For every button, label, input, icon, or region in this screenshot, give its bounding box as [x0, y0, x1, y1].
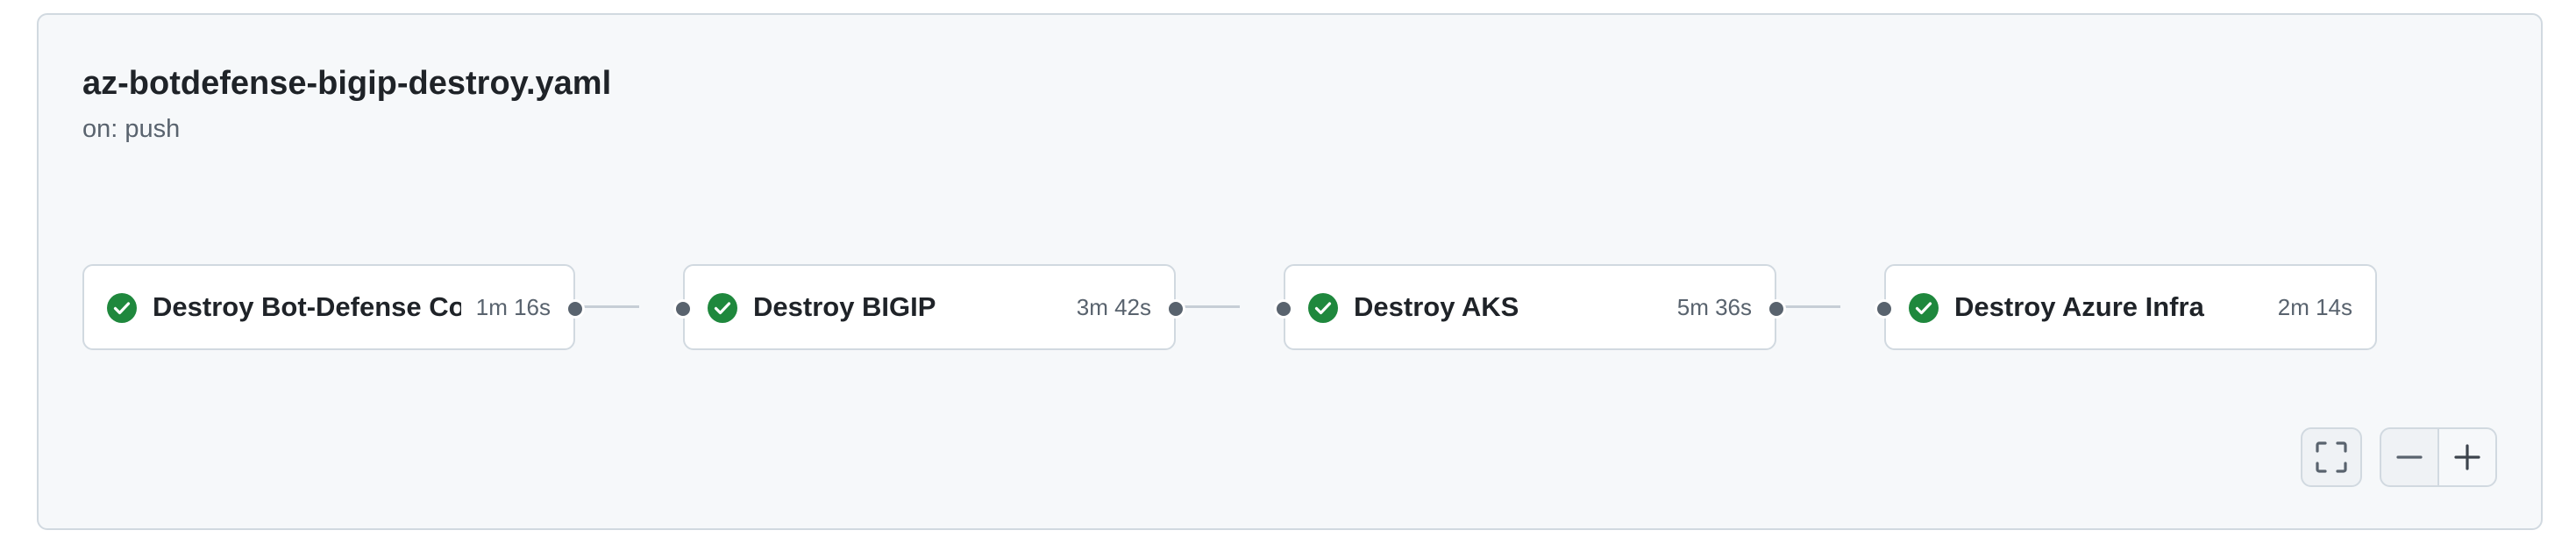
- job-card-destroy-bot-defense[interactable]: Destroy Bot-Defense Co... 1m 16s: [82, 264, 575, 350]
- check-circle-icon: [107, 293, 137, 323]
- job-name: Destroy BIGIP: [753, 291, 936, 322]
- job-name: Destroy Bot-Defense Co...: [153, 291, 461, 322]
- job-name: Destroy Azure Infra: [1954, 291, 2204, 322]
- job-duration: 5m 36s: [1676, 294, 1752, 320]
- zoom-in-button[interactable]: [2437, 427, 2497, 487]
- check-circle-icon: [1308, 293, 1338, 323]
- plus-icon: [2454, 444, 2480, 470]
- check-circle-icon: [1909, 293, 1939, 323]
- job-output-port: [566, 299, 585, 319]
- job-card-destroy-bigip[interactable]: Destroy BIGIP 3m 42s: [683, 264, 1176, 350]
- workflow-trigger: on: push: [82, 115, 181, 143]
- workflow-graph-panel: az-botdefense-bigip-destroy.yaml on: pus…: [37, 13, 2543, 530]
- minus-icon: [2396, 455, 2423, 459]
- job-name: Destroy AKS: [1354, 291, 1519, 322]
- job-duration: 2m 14s: [2277, 294, 2352, 320]
- check-circle-icon: [708, 293, 737, 323]
- job-input-port: [1274, 299, 1293, 319]
- job-duration: 3m 42s: [1076, 294, 1151, 320]
- job-card-destroy-azure-infra[interactable]: Destroy Azure Infra 2m 14s: [1884, 264, 2377, 350]
- job-duration: 1m 16s: [475, 294, 551, 320]
- job-output-port: [1166, 299, 1185, 319]
- fullscreen-button[interactable]: [2301, 427, 2362, 487]
- fullscreen-icon: [2316, 441, 2347, 473]
- job-input-port: [673, 299, 693, 319]
- job-output-port: [1767, 299, 1786, 319]
- job-input-port: [1875, 299, 1894, 319]
- job-card-destroy-aks[interactable]: Destroy AKS 5m 36s: [1284, 264, 1776, 350]
- workflow-title: az-botdefense-bigip-destroy.yaml: [82, 65, 612, 102]
- zoom-out-button[interactable]: [2380, 427, 2439, 487]
